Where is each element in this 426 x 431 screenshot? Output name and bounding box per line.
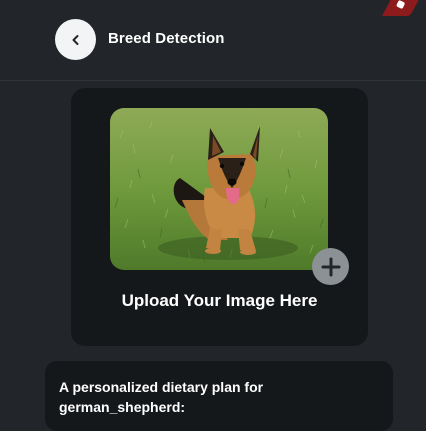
diet-plan-line-1: A personalized dietary plan for [59, 379, 264, 395]
upload-label: Upload Your Image Here [121, 291, 318, 310]
back-button[interactable] [55, 19, 96, 60]
dog-photo [110, 108, 328, 270]
diet-plan-text: A personalized dietary plan for german_s… [59, 377, 359, 417]
chevron-left-icon [72, 34, 78, 45]
german-shepherd-image [110, 108, 328, 270]
app-header: Breed Detection [0, 0, 426, 81]
plus-icon [321, 257, 340, 276]
diet-plan-breed: german_shepherd: [59, 399, 186, 415]
add-image-button[interactable] [312, 248, 349, 285]
upload-card[interactable]: Upload Your Image Here [71, 88, 368, 346]
page-title: Breed Detection [108, 30, 225, 47]
diet-plan-card: A personalized dietary plan for german_s… [45, 361, 393, 431]
